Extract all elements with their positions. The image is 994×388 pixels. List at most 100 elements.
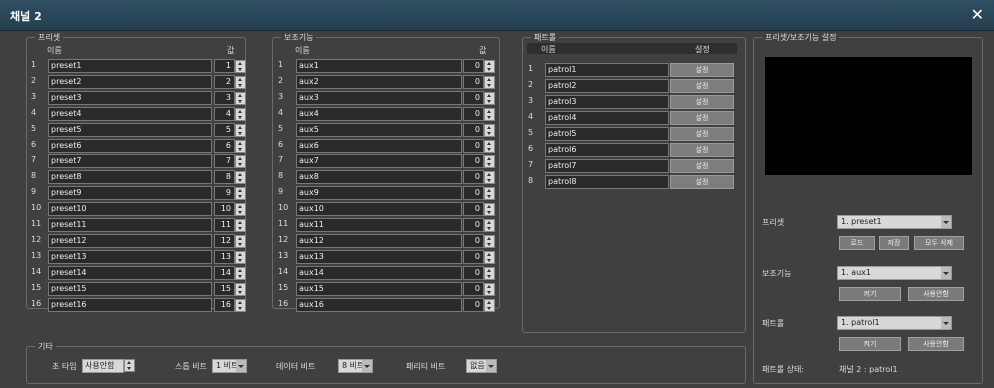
aux-name-input[interactable]: aux15 xyxy=(296,281,462,296)
spinner-icon[interactable] xyxy=(484,282,495,296)
aux-name-input[interactable]: aux5 xyxy=(296,122,462,137)
parity-bit-select[interactable]: 없음 xyxy=(466,359,497,373)
spinner-icon[interactable] xyxy=(235,187,246,201)
patrol-setting-button[interactable]: 설정 xyxy=(670,95,734,109)
preset-value-input[interactable]: 12 xyxy=(214,233,235,248)
spinner-icon[interactable] xyxy=(235,266,246,280)
spinner-icon[interactable] xyxy=(484,60,495,73)
spinner-icon[interactable] xyxy=(484,155,495,169)
patrol-select[interactable]: 1. patrol1 xyxy=(837,316,952,330)
spinner-icon[interactable] xyxy=(484,91,495,105)
delete-all-button[interactable]: 모두 삭제 xyxy=(914,236,964,250)
patrol-setting-button[interactable]: 설정 xyxy=(670,111,734,125)
spinner-icon[interactable] xyxy=(235,282,246,296)
aux-name-input[interactable]: aux10 xyxy=(296,202,462,217)
aux-value-input[interactable]: 0 xyxy=(463,138,484,153)
aux-value-input[interactable]: 0 xyxy=(463,281,484,296)
patrol-off-button[interactable]: 사용안함 xyxy=(908,337,964,351)
patrol-setting-button[interactable]: 설정 xyxy=(670,127,734,141)
preset-name-input[interactable]: preset16 xyxy=(48,297,212,312)
spinner-icon[interactable] xyxy=(235,171,246,185)
aux-value-input[interactable]: 0 xyxy=(463,265,484,280)
aux-value-input[interactable]: 0 xyxy=(463,233,484,248)
aux-value-input[interactable]: 0 xyxy=(463,74,484,89)
spinner-icon[interactable] xyxy=(484,171,495,185)
aux-value-input[interactable]: 0 xyxy=(463,218,484,232)
preset-value-input[interactable]: 13 xyxy=(214,249,235,264)
aux-value-input[interactable]: 0 xyxy=(463,154,484,169)
patrol-name-input[interactable]: patrol5 xyxy=(545,127,669,141)
aux-value-input[interactable]: 0 xyxy=(463,297,484,312)
spinner-icon[interactable] xyxy=(235,155,246,169)
aux-name-input[interactable]: aux13 xyxy=(296,249,462,264)
aux-name-input[interactable]: aux1 xyxy=(296,59,462,73)
patrol-on-button[interactable]: 켜기 xyxy=(839,337,901,351)
spinner-icon[interactable] xyxy=(235,219,246,232)
patrol-setting-button[interactable]: 설정 xyxy=(670,159,734,173)
preset-value-input[interactable]: 14 xyxy=(214,265,235,280)
patrol-name-input[interactable]: patrol6 xyxy=(545,143,669,157)
save-button[interactable]: 저장 xyxy=(879,236,909,250)
spinner-icon[interactable] xyxy=(484,234,495,248)
load-button[interactable]: 로드 xyxy=(839,236,875,250)
preset-value-input[interactable]: 8 xyxy=(214,170,235,185)
spinner-icon[interactable] xyxy=(484,298,495,312)
preset-name-input[interactable]: preset13 xyxy=(48,249,212,264)
preset-value-input[interactable]: 6 xyxy=(214,138,235,153)
preset-value-input[interactable]: 16 xyxy=(214,297,235,312)
aux-value-input[interactable]: 0 xyxy=(463,249,484,264)
focus-spinner-icon[interactable] xyxy=(124,359,135,372)
stop-bit-select[interactable]: 1 비트 xyxy=(212,359,247,373)
spinner-icon[interactable] xyxy=(484,250,495,264)
aux-value-input[interactable]: 0 xyxy=(463,186,484,201)
spinner-icon[interactable] xyxy=(235,234,246,248)
preset-name-input[interactable]: preset14 xyxy=(48,265,212,280)
preset-value-input[interactable]: 4 xyxy=(214,106,235,121)
spinner-icon[interactable] xyxy=(484,187,495,201)
patrol-setting-button[interactable]: 설정 xyxy=(670,175,734,189)
preset-value-input[interactable]: 9 xyxy=(214,186,235,201)
preset-value-input[interactable]: 11 xyxy=(214,218,235,232)
preset-name-input[interactable]: preset9 xyxy=(48,186,212,201)
spinner-icon[interactable] xyxy=(484,123,495,137)
preset-name-input[interactable]: preset10 xyxy=(48,202,212,217)
spinner-icon[interactable] xyxy=(484,107,495,121)
spinner-icon[interactable] xyxy=(484,266,495,280)
spinner-icon[interactable] xyxy=(235,123,246,137)
preset-name-input[interactable]: preset11 xyxy=(48,218,212,232)
aux-name-input[interactable]: aux7 xyxy=(296,154,462,169)
preset-select[interactable]: 1. preset1 xyxy=(837,215,952,229)
spinner-icon[interactable] xyxy=(235,298,246,312)
preset-name-input[interactable]: preset4 xyxy=(48,106,212,121)
spinner-icon[interactable] xyxy=(484,203,495,217)
aux-on-button[interactable]: 켜기 xyxy=(839,287,901,301)
preset-name-input[interactable]: preset12 xyxy=(48,233,212,248)
aux-value-input[interactable]: 0 xyxy=(463,202,484,217)
preset-value-input[interactable]: 3 xyxy=(214,90,235,105)
patrol-name-input[interactable]: patrol7 xyxy=(545,159,669,173)
aux-name-input[interactable]: aux4 xyxy=(296,106,462,121)
preset-value-input[interactable]: 7 xyxy=(214,154,235,169)
patrol-name-input[interactable]: patrol8 xyxy=(545,175,669,189)
patrol-name-input[interactable]: patrol2 xyxy=(545,79,669,93)
aux-name-input[interactable]: aux2 xyxy=(296,74,462,89)
aux-name-input[interactable]: aux14 xyxy=(296,265,462,280)
preset-name-input[interactable]: preset7 xyxy=(48,154,212,169)
preset-name-input[interactable]: preset6 xyxy=(48,138,212,153)
aux-value-input[interactable]: 0 xyxy=(463,106,484,121)
preset-value-input[interactable]: 15 xyxy=(214,281,235,296)
patrol-setting-button[interactable]: 설정 xyxy=(670,143,734,157)
spinner-icon[interactable] xyxy=(235,203,246,217)
spinner-icon[interactable] xyxy=(484,139,495,153)
aux-value-input[interactable]: 0 xyxy=(463,122,484,137)
preset-name-input[interactable]: preset3 xyxy=(48,90,212,105)
preset-value-input[interactable]: 2 xyxy=(214,74,235,89)
aux-value-input[interactable]: 0 xyxy=(463,90,484,105)
preset-name-input[interactable]: preset15 xyxy=(48,281,212,296)
patrol-setting-button[interactable]: 설정 xyxy=(670,63,734,77)
patrol-name-input[interactable]: patrol3 xyxy=(545,95,669,109)
aux-select[interactable]: 1. aux1 xyxy=(837,266,952,280)
spinner-icon[interactable] xyxy=(235,107,246,121)
aux-off-button[interactable]: 사용안함 xyxy=(908,287,964,301)
spinner-icon[interactable] xyxy=(235,60,246,73)
